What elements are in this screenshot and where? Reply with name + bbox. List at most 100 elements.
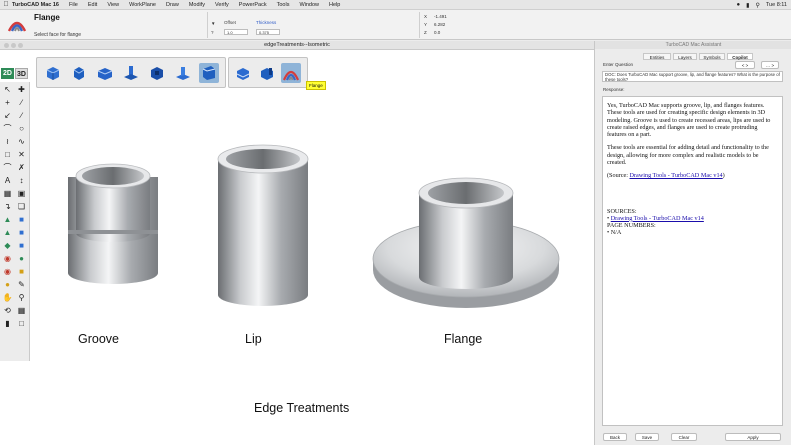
apply-button[interactable]: Apply (725, 433, 781, 441)
mode-2d-button[interactable]: 2D (1, 68, 14, 79)
page-numbers-list-item: • N/A (607, 228, 622, 236)
torus-icon[interactable]: ◉ (1, 253, 14, 264)
tab-symbols[interactable]: Symbols (699, 53, 725, 60)
groove-label: Groove (78, 332, 119, 346)
render-mode-icon[interactable]: ▮ (1, 318, 14, 329)
wireframe-icon[interactable]: □ (15, 318, 28, 329)
tab-copilot[interactable]: Copilot (727, 53, 753, 60)
menu-view[interactable]: View (107, 2, 119, 8)
copy-icon[interactable]: ❏ (15, 201, 28, 212)
edit-icon[interactable]: ✚ (15, 84, 28, 95)
measure-icon[interactable]: ↴ (1, 201, 14, 212)
flange-tool-icon (7, 21, 27, 32)
help-icon[interactable]: ? (211, 30, 214, 35)
menubar-clock[interactable]: Tue 8:11 (766, 2, 787, 8)
flange-tool-button[interactable] (281, 63, 301, 83)
menu-verify[interactable]: Verify (215, 2, 229, 8)
groove-icon[interactable] (233, 63, 253, 83)
dimension-icon[interactable]: ↕ (15, 175, 28, 186)
extrude-tool-icon[interactable]: ■ (15, 240, 28, 251)
history-back-button[interactable]: < > (735, 61, 755, 69)
polyline-icon[interactable]: ↙ (1, 110, 14, 121)
menu-edit[interactable]: Edit (88, 2, 97, 8)
point-icon[interactable]: + (1, 97, 14, 108)
back-button[interactable]: Back (603, 433, 627, 441)
camera-icon[interactable]: ✎ (15, 279, 28, 290)
flange-shape[interactable] (372, 177, 560, 308)
question-input[interactable]: DOC: Does TurboCAD Mac support groove, l… (602, 71, 783, 82)
sweep-icon[interactable] (173, 63, 193, 83)
offset-label: Offset (224, 20, 236, 25)
view-icon[interactable]: ▦ (15, 305, 28, 316)
zoom-icon[interactable]: ⚲ (15, 292, 28, 303)
response-area[interactable]: Yes, TurboCAD Mac supports groove, lip, … (602, 96, 783, 426)
trim-icon[interactable]: ✕ (15, 149, 28, 160)
save-button[interactable]: Save (635, 433, 659, 441)
text-icon[interactable]: A (1, 175, 14, 186)
menu-modify[interactable]: Modify (189, 2, 205, 8)
pyramid-icon[interactable]: ▲ (1, 227, 14, 238)
solid-box-icon[interactable]: ■ (15, 227, 28, 238)
cylinder-icon[interactable] (69, 63, 89, 83)
response-paragraph-1: Yes, TurboCAD Mac supports groove, lip, … (607, 102, 771, 139)
response-paragraph-2: These tools are essential for adding det… (607, 144, 769, 167)
menu-draw[interactable]: Draw (166, 2, 179, 8)
edge-treatment-toolbar (228, 57, 308, 88)
tab-entities[interactable]: Entities (643, 53, 671, 60)
cone-icon[interactable]: ▲ (1, 214, 14, 225)
sources-link[interactable]: Drawing Tools - TurboCAD Mac v14 (611, 215, 704, 222)
menu-file[interactable]: File (69, 2, 78, 8)
wifi-icon[interactable]: ● (737, 2, 741, 8)
apple-menu-icon[interactable]:  (0, 1, 12, 8)
thickness-field[interactable]: 0.375 (256, 29, 280, 35)
tab-layers[interactable]: Layers (673, 53, 697, 60)
groove-shape[interactable] (68, 163, 158, 284)
menu-powerpack[interactable]: PowerPack (239, 2, 267, 8)
light-icon[interactable]: ● (1, 279, 14, 290)
3d-viewport[interactable] (0, 41, 594, 445)
material-icon[interactable]: ■ (15, 266, 28, 277)
more-button[interactable]: … > (761, 61, 779, 69)
wedge-icon[interactable] (95, 63, 115, 83)
rectangle-icon[interactable]: □ (1, 149, 14, 160)
shell-tool-button[interactable] (199, 63, 219, 83)
menu-workplane[interactable]: WorkPlane (129, 2, 156, 8)
mode-3d-button[interactable]: 3D (15, 68, 28, 79)
menu-bar:  TurboCAD Mac 16 File Edit View WorkPla… (0, 0, 791, 10)
curve-icon[interactable]: ≀ (1, 136, 14, 147)
battery-icon[interactable]: ▮ (746, 2, 749, 9)
boolean-icon[interactable]: ◆ (1, 240, 14, 251)
source-link[interactable]: Drawing Tools - TurboCAD Mac v14 (630, 172, 723, 179)
lip-icon[interactable] (257, 63, 277, 83)
pan-icon[interactable]: ✋ (1, 292, 14, 303)
hatch-icon[interactable]: ▦ (1, 188, 14, 199)
shell-icon (202, 66, 216, 80)
multiline-icon[interactable]: ∕ (15, 110, 28, 121)
arc-icon[interactable]: ⌒ (1, 123, 14, 134)
circle-icon[interactable]: ○ (15, 123, 28, 134)
fillet-icon[interactable]: ⌒ (1, 162, 14, 173)
line-icon[interactable]: ∕ (15, 97, 28, 108)
search-icon[interactable]: ⚲ (755, 2, 759, 9)
chamfer-icon[interactable]: ✗ (15, 162, 28, 173)
select-icon[interactable]: ↖ (1, 84, 14, 95)
render-icon[interactable]: ◉ (1, 266, 14, 277)
menu-window[interactable]: Window (299, 2, 319, 8)
orbit-icon[interactable]: ⟲ (1, 305, 14, 316)
group-icon[interactable]: ▣ (15, 188, 28, 199)
drawing-window[interactable]: edgeTreatments--Isometric Groove Lip Fla… (0, 41, 594, 445)
menu-help[interactable]: Help (329, 2, 340, 8)
question-text: DOC: Does TurboCAD Mac support groove, l… (605, 72, 780, 82)
lip-shape[interactable] (217, 144, 309, 306)
sphere-tool-icon[interactable]: ● (15, 253, 28, 264)
offset-field[interactable]: 1.0 (224, 29, 248, 35)
menu-tools[interactable]: Tools (277, 2, 290, 8)
box-icon[interactable] (43, 63, 63, 83)
extrude-icon[interactable] (121, 63, 141, 83)
clear-button[interactable]: Clear (671, 433, 697, 441)
cube-icon[interactable]: ■ (15, 214, 28, 225)
tool-title: Flange (34, 13, 60, 22)
spline-icon[interactable]: ∿ (15, 136, 28, 147)
menu-app[interactable]: TurboCAD Mac 16 (12, 2, 59, 8)
revolve-icon[interactable] (147, 63, 167, 83)
